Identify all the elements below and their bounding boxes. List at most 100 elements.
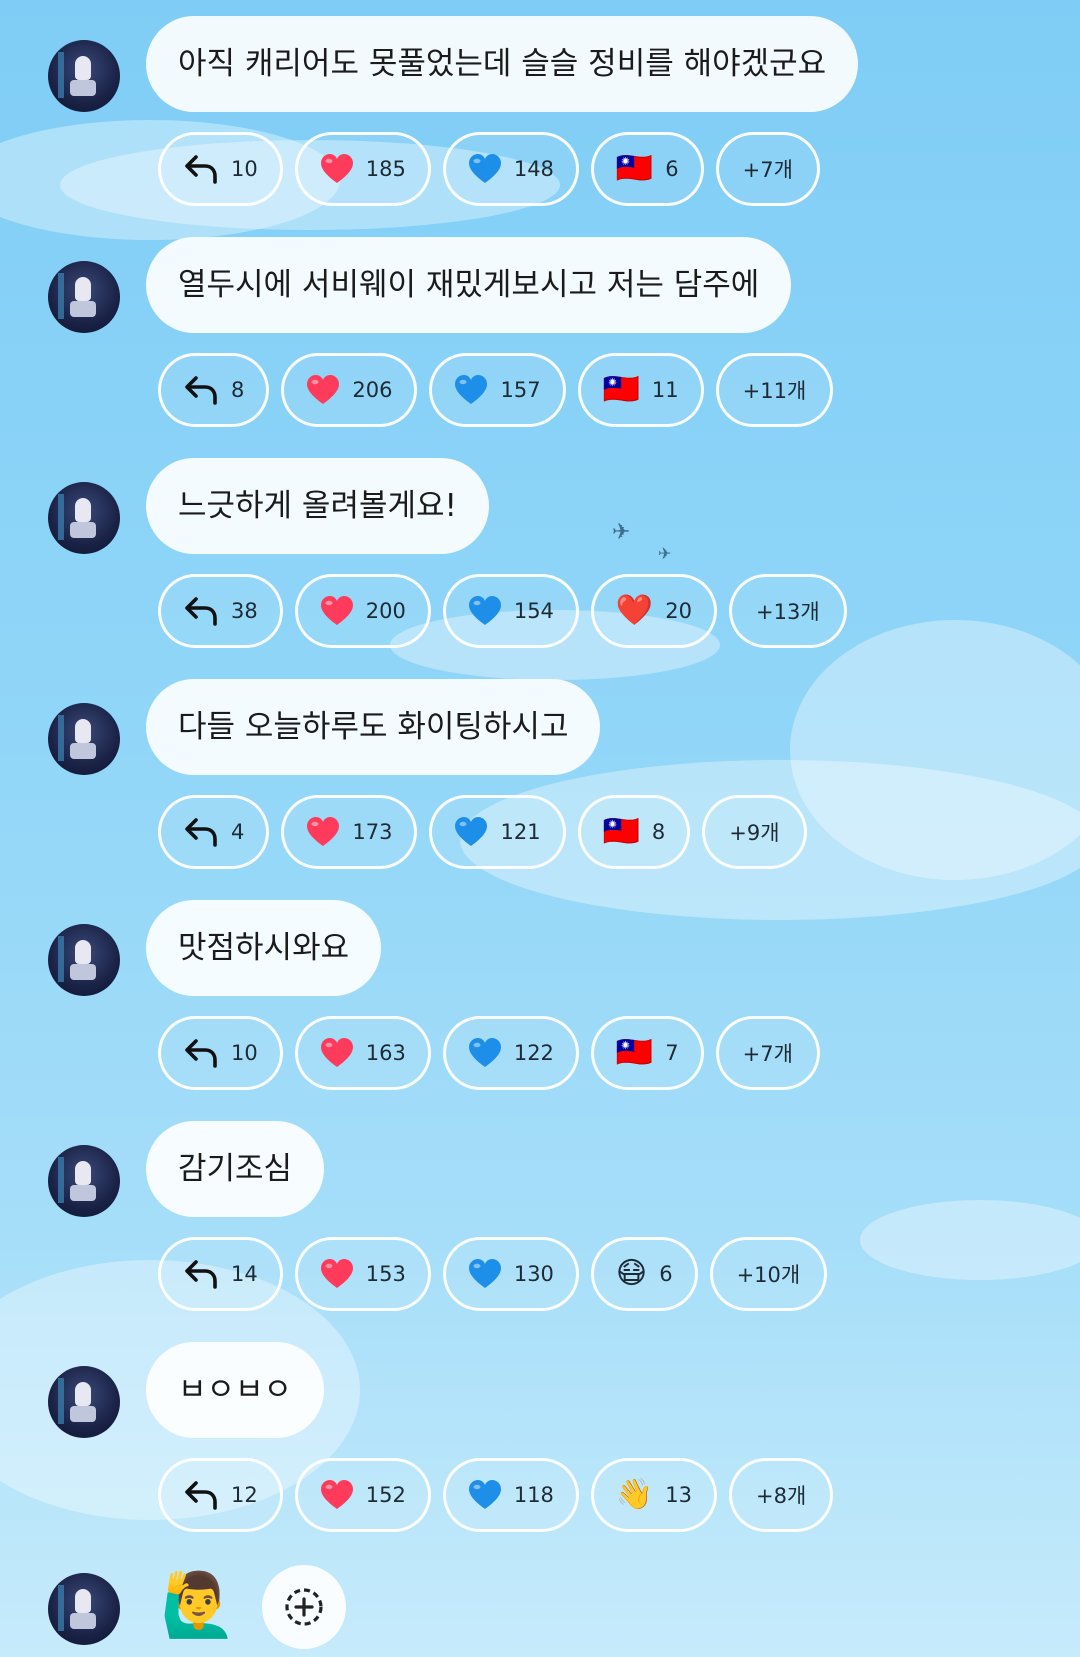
message-bubble[interactable]: 다들 오늘하루도 화이팅하시고 <box>146 679 601 775</box>
more-reactions-label: +8개 <box>756 1484 807 1508</box>
blue-heart-icon <box>468 596 501 625</box>
message-bubble[interactable]: 감기조심 <box>146 1121 325 1217</box>
heart-icon <box>320 1480 353 1509</box>
taiwan-flag-reaction[interactable]: 🇹🇼 8 <box>577 795 691 869</box>
heart-reaction[interactable]: 185 <box>294 132 431 206</box>
more-reactions-button[interactable]: +13개 <box>729 574 847 648</box>
blue-heart-reaction[interactable]: 121 <box>429 795 566 869</box>
blue-heart-icon <box>468 1259 501 1288</box>
blue-heart-count: 148 <box>513 157 554 181</box>
blue-heart-reaction[interactable]: 118 <box>442 1458 579 1532</box>
blue-heart-count: 118 <box>513 1483 554 1507</box>
taiwan-flag-reaction[interactable]: 🇹🇼 11 <box>577 353 704 427</box>
reaction-count: 13 <box>665 1483 693 1507</box>
more-reactions-label: +7개 <box>742 158 793 182</box>
mask-face-reaction[interactable]: 😷 6 <box>590 1237 698 1311</box>
blue-heart-reaction[interactable]: 154 <box>442 574 579 648</box>
heart-reaction[interactable]: 152 <box>294 1458 431 1532</box>
reply-icon <box>185 818 217 847</box>
heart-reaction[interactable]: 206 <box>281 353 418 427</box>
heart-count: 185 <box>365 157 406 181</box>
more-reactions-button[interactable]: +8개 <box>729 1458 834 1532</box>
heart-reaction[interactable]: 173 <box>281 795 418 869</box>
mask-face-icon: 😷 <box>615 1256 648 1291</box>
message-bubble[interactable]: 느긋하게 올려볼게요! <box>146 458 489 554</box>
red-heart-icon: ❤️ <box>615 593 654 628</box>
reply-icon <box>185 1481 217 1510</box>
reply-count: 38 <box>231 599 258 623</box>
heart-icon <box>307 375 340 404</box>
more-reactions-label: +11개 <box>742 379 807 403</box>
reaction-count: 20 <box>665 599 693 623</box>
blue-heart-count: 157 <box>500 378 541 402</box>
reply-count: 8 <box>231 378 245 402</box>
heart-count: 163 <box>365 1041 406 1065</box>
reply-count: 10 <box>231 157 258 181</box>
more-reactions-button[interactable]: +9개 <box>702 795 807 869</box>
blue-heart-reaction[interactable]: 122 <box>442 1016 579 1090</box>
reply-button[interactable]: 38 <box>158 574 283 648</box>
more-reactions-label: +7개 <box>742 1042 793 1066</box>
avatar[interactable] <box>48 1145 120 1217</box>
avatar[interactable] <box>48 40 120 112</box>
heart-count: 152 <box>365 1483 406 1507</box>
avatar[interactable] <box>48 703 120 775</box>
final-message: 🙋‍♂️ <box>0 1565 1080 1657</box>
avatar[interactable] <box>48 1573 120 1645</box>
reply-button[interactable]: 14 <box>158 1237 283 1311</box>
more-reactions-button[interactable]: +7개 <box>715 1016 820 1090</box>
reply-button[interactable]: 10 <box>158 132 283 206</box>
reply-button[interactable]: 4 <box>158 795 270 869</box>
heart-reaction[interactable]: 163 <box>294 1016 431 1090</box>
more-reactions-button[interactable]: +10개 <box>709 1237 828 1311</box>
blue-heart-icon <box>468 1480 501 1509</box>
blue-heart-reaction[interactable]: 157 <box>429 353 566 427</box>
reply-button[interactable]: 10 <box>158 1016 283 1090</box>
heart-icon <box>320 154 353 183</box>
heart-count: 173 <box>352 820 393 844</box>
message-bubble[interactable]: 아직 캐리어도 못풀었는데 슬슬 정비를 해야겠군요 <box>146 16 859 112</box>
avatar[interactable] <box>48 924 120 996</box>
blue-heart-count: 122 <box>513 1041 554 1065</box>
heart-count: 153 <box>365 1262 406 1286</box>
heart-reaction[interactable]: 153 <box>294 1237 431 1311</box>
message-bubble[interactable]: ㅂㅇㅂㅇ <box>146 1342 325 1438</box>
reply-button[interactable]: 12 <box>158 1458 283 1532</box>
avatar[interactable] <box>48 261 120 333</box>
blue-heart-count: 154 <box>513 599 554 623</box>
reaction-count: 7 <box>665 1041 679 1065</box>
blue-heart-reaction[interactable]: 148 <box>442 132 579 206</box>
taiwan-flag-icon: 🇹🇼 <box>602 372 640 407</box>
taiwan-flag-icon: 🇹🇼 <box>615 151 654 186</box>
reply-count: 4 <box>231 820 245 844</box>
more-reactions-button[interactable]: +7개 <box>715 132 820 206</box>
red-heart-reaction[interactable]: ❤️ 20 <box>590 574 718 648</box>
avatar[interactable] <box>48 1366 120 1438</box>
taiwan-flag-reaction[interactable]: 🇹🇼 7 <box>590 1016 704 1090</box>
heart-count: 200 <box>365 599 406 623</box>
blue-heart-reaction[interactable]: 130 <box>442 1237 579 1311</box>
reaction-bar: 4 173 121 🇹🇼 8 +9개 <box>158 795 807 869</box>
more-reactions-button[interactable]: +11개 <box>715 353 834 427</box>
add-reaction-button[interactable] <box>262 1565 346 1649</box>
heart-icon <box>307 817 340 846</box>
message-bubble[interactable]: 열두시에 서비웨이 재밌게보시고 저는 담주에 <box>146 237 792 333</box>
more-reactions-label: +9개 <box>729 821 780 845</box>
heart-icon <box>320 596 353 625</box>
avatar[interactable] <box>48 482 120 554</box>
heart-icon <box>320 1038 353 1067</box>
reaction-bar: 8 206 157 🇹🇼 11 +11개 <box>158 353 834 427</box>
blue-heart-icon <box>455 817 488 846</box>
reply-icon <box>185 376 217 405</box>
message-bubble[interactable]: 맛점하시와요 <box>146 900 382 996</box>
reaction-count: 6 <box>665 157 679 181</box>
heart-reaction[interactable]: 200 <box>294 574 431 648</box>
taiwan-flag-reaction[interactable]: 🇹🇼 6 <box>590 132 704 206</box>
more-reactions-label: +10개 <box>736 1263 801 1287</box>
blue-heart-icon <box>455 375 488 404</box>
waving-hand-reaction[interactable]: 👋 13 <box>590 1458 718 1532</box>
reply-button[interactable]: 8 <box>158 353 270 427</box>
more-reactions-label: +13개 <box>756 600 820 624</box>
waving-hand-icon: 👋 <box>615 1477 654 1512</box>
reaction-bar: 38 200 154 ❤️ 20 +13개 <box>158 574 847 648</box>
